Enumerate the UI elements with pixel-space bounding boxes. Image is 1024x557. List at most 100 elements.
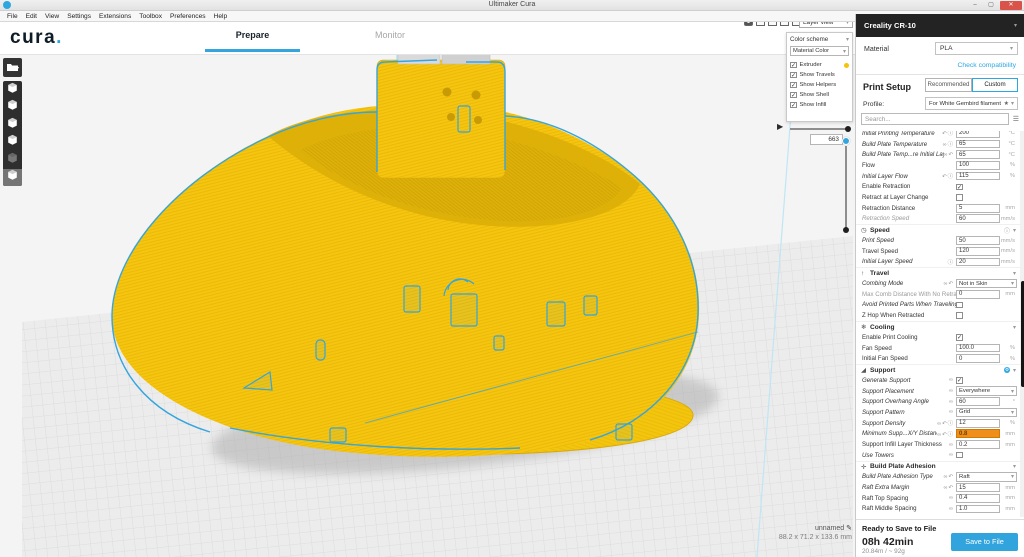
menu-settings[interactable]: Settings — [63, 13, 95, 20]
material-select[interactable]: PLA ▾ — [935, 42, 1018, 55]
value-input[interactable]: 100.0 — [956, 344, 1000, 353]
checkbox[interactable] — [790, 62, 797, 69]
play-button[interactable]: ▶ — [777, 122, 783, 131]
category-travel[interactable]: ↑Travel▾ — [856, 267, 1020, 278]
profile-select[interactable]: For White Gembird filament ★ ▾ — [925, 97, 1018, 110]
setting-checkbox[interactable] — [956, 312, 963, 319]
checkbox[interactable] — [790, 72, 797, 79]
value-input[interactable]: 0.8 — [956, 429, 1000, 438]
menu-help[interactable]: Help — [210, 13, 232, 20]
value-input[interactable]: 15 — [956, 483, 1000, 492]
simulation-slider-handle[interactable] — [845, 126, 851, 132]
link-icon[interactable]: ∞ — [949, 495, 954, 501]
checkbox[interactable] — [790, 102, 797, 109]
value-input[interactable]: 65 — [956, 150, 1000, 159]
close-button[interactable]: ✕ — [1000, 1, 1022, 10]
menu-extensions[interactable]: Extensions — [95, 13, 135, 20]
setting-checkbox[interactable] — [956, 452, 963, 459]
scale-tool-button[interactable] — [3, 99, 22, 117]
value-input[interactable]: 50 — [956, 236, 1000, 245]
mirror-tool-button[interactable] — [3, 134, 22, 152]
simulation-slider-track[interactable] — [790, 128, 847, 130]
value-select[interactable]: Raft▾ — [956, 472, 1017, 482]
chevron-down-icon[interactable]: ▾ — [846, 36, 849, 43]
menu-file[interactable]: File — [3, 13, 22, 20]
tab-monitor[interactable]: Monitor — [355, 30, 425, 40]
revert-icon info-icon[interactable]: ↶ⓘ — [942, 172, 954, 180]
layer-slider-handle[interactable] — [842, 137, 850, 145]
value-input[interactable]: 0.2 — [956, 440, 1000, 449]
menu-toolbox[interactable]: Toolbox — [135, 13, 166, 20]
value-select[interactable]: Not in Skin▾ — [956, 279, 1017, 289]
viewport-3d[interactable] — [0, 0, 855, 557]
value-input[interactable]: 12 — [956, 419, 1000, 428]
color-scheme-select[interactable]: Material Color ▾ — [790, 46, 849, 56]
filter-icon[interactable]: ☰ — [1013, 115, 1019, 123]
info-icon[interactable]: ⓘ — [948, 258, 954, 266]
value-input[interactable]: 115 — [956, 172, 1000, 181]
link-icon revert-icon info-icon[interactable]: ∞↶ⓘ — [937, 419, 954, 427]
category-build-plate-adhesion[interactable]: ✛Build Plate Adhesion▾ — [856, 461, 1020, 472]
settings-scrollbar[interactable] — [1020, 131, 1024, 517]
save-to-file-button[interactable]: Save to File — [951, 533, 1018, 551]
link-icon[interactable]: ∞ — [949, 388, 954, 394]
check-compatibility-link[interactable]: Check compatibility — [957, 62, 1016, 69]
checkbox[interactable] — [790, 92, 797, 99]
value-input[interactable]: 0 — [956, 354, 1000, 363]
info-icon[interactable]: ⓘ — [1004, 226, 1010, 235]
support-blocker-tool-button[interactable] — [3, 169, 22, 187]
value-input[interactable]: 65 — [956, 140, 1000, 149]
chevron-down-icon[interactable]: ▾ — [1013, 463, 1016, 470]
per-model-settings-tool-button[interactable] — [3, 151, 22, 169]
layer-slider-bottom-handle[interactable] — [843, 227, 849, 233]
category-cooling[interactable]: ❄Cooling▾ — [856, 321, 1020, 332]
setting-checkbox[interactable] — [956, 194, 963, 201]
menu-view[interactable]: View — [41, 13, 63, 20]
link-icon info-icon[interactable]: ∞ⓘ — [943, 140, 954, 148]
link-icon[interactable]: ∞ — [949, 399, 954, 405]
rotate-tool-button[interactable] — [3, 116, 22, 134]
link-icon[interactable]: ∞ — [949, 442, 954, 448]
printer-select-header[interactable]: Creality CR-10 ▾ — [856, 14, 1024, 37]
setting-checkbox[interactable] — [956, 377, 963, 384]
value-input[interactable]: 120 — [956, 247, 1000, 256]
link-icon revert-icon[interactable]: ∞↶ — [944, 152, 954, 158]
value-input[interactable]: 0 — [956, 290, 1000, 299]
setting-checkbox[interactable] — [956, 184, 963, 191]
chevron-down-icon[interactable]: ▾ — [1013, 270, 1016, 277]
menu-edit[interactable]: Edit — [22, 13, 41, 20]
value-input[interactable]: 200 — [956, 131, 1000, 138]
scrollbar-thumb[interactable] — [1021, 281, 1024, 387]
revert-icon info-icon[interactable]: ↶ⓘ — [942, 131, 954, 137]
value-input[interactable]: 5 — [956, 204, 1000, 213]
link-icon revert-icon[interactable]: ∞↶ — [944, 474, 954, 480]
link-icon revert-icon[interactable]: ∞↶ — [944, 485, 954, 491]
value-input[interactable]: 60 — [956, 397, 1000, 406]
setting-checkbox[interactable] — [956, 334, 963, 341]
value-input[interactable]: 100 — [956, 161, 1000, 170]
tab-prepare[interactable]: Prepare — [205, 30, 300, 40]
link-icon revert-icon info-icon[interactable]: ∞↶ⓘ — [937, 430, 954, 438]
maximize-button[interactable]: ▢ — [984, 1, 998, 10]
link-icon[interactable]: ∞ — [949, 377, 954, 383]
setting-checkbox[interactable] — [956, 302, 963, 309]
category-speed[interactable]: ◷Speedⓘ▾ — [856, 224, 1020, 235]
value-select[interactable]: Grid▾ — [956, 408, 1017, 418]
layer-slider-track[interactable] — [845, 146, 847, 228]
custom-mode-button[interactable]: Custom — [972, 78, 1018, 92]
link-icon[interactable]: ∞ — [949, 452, 954, 458]
link-icon revert-icon[interactable]: ∞↶ — [944, 281, 954, 287]
value-input[interactable]: 1.0 — [956, 505, 1000, 514]
category-support[interactable]: ◢Support⚙▾ — [856, 364, 1020, 375]
chevron-down-icon[interactable]: ▾ — [1013, 227, 1016, 234]
support-settings-gear-icon[interactable]: ⚙ — [1004, 367, 1010, 373]
link-icon[interactable]: ∞ — [949, 409, 954, 415]
value-input[interactable]: 0.4 — [956, 494, 1000, 503]
minimize-button[interactable]: – — [968, 1, 982, 10]
open-file-button[interactable] — [3, 58, 22, 77]
link-icon[interactable]: ∞ — [949, 506, 954, 512]
value-input[interactable]: 20 — [956, 258, 1000, 267]
layer-number-box[interactable]: 663 — [810, 134, 843, 145]
menu-preferences[interactable]: Preferences — [166, 13, 210, 20]
chevron-down-icon[interactable]: ▾ — [1013, 367, 1016, 374]
